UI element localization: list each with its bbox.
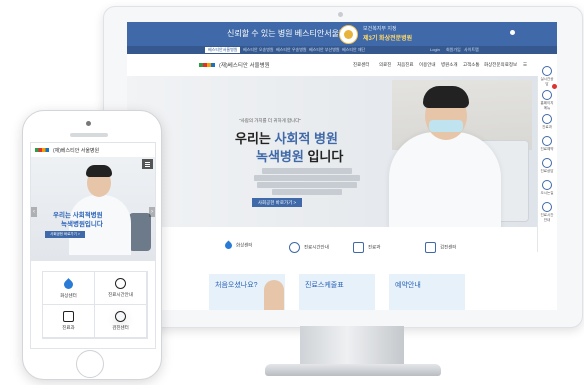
mobile-tile-hours[interactable]: 진료시간안내 — [95, 272, 147, 305]
phone-home-button[interactable] — [76, 350, 104, 378]
calendar-icon — [63, 311, 74, 322]
utility-bar: 베스티안서울병원 베스티안 오송병원 베스티안 우송병원 베스티안 부산병원 베… — [127, 46, 557, 54]
monitor-icon — [115, 311, 126, 322]
top-banner-title: 신뢰할 수 있는 병원 베스티안서울병원 — [227, 29, 354, 38]
nav-item[interactable]: 처음진료 — [397, 62, 414, 68]
hospital-logo-mark[interactable] — [199, 63, 215, 67]
mobile-quick-grid: 화상센터 진료시간안내 진료과 검진센터 — [42, 271, 148, 339]
mobile-logo-mark[interactable] — [35, 148, 49, 152]
login-link[interactable]: Login — [430, 47, 440, 53]
side-item-dept[interactable]: 진료과 — [539, 114, 555, 130]
mobile-hamburger-icon[interactable] — [142, 159, 153, 169]
slider-next-icon[interactable]: › — [149, 207, 155, 217]
util-tab-active[interactable]: 베스티안서울병원 — [205, 47, 241, 53]
util-link[interactable]: 베스티안 부산병원 — [309, 47, 340, 53]
hero-quote: "사람의 가치를 더 귀하게 합니다" — [239, 118, 302, 123]
side-item-menu[interactable]: 홈페이지 메뉴 — [539, 90, 555, 111]
phone-camera — [86, 121, 91, 126]
badge-subtitle: 보건복지부 지정 — [363, 26, 397, 32]
mobile-chair-image — [129, 213, 151, 251]
side-item-location[interactable]: 오시는길 — [539, 180, 555, 196]
doctor-hair-image — [423, 86, 469, 108]
hero-heading-line1: 우리는 사회적 병원 — [235, 131, 338, 146]
monitor-stand-base — [265, 364, 441, 376]
hero-heading-line2: 녹색병원 입니다 — [256, 149, 344, 164]
util-link[interactable]: 베스티안 오송병원 — [243, 47, 274, 53]
hamburger-menu-icon[interactable]: ☰ — [523, 62, 527, 68]
phone-speaker — [70, 133, 108, 137]
nav-item[interactable]: 화상전문의료정보 — [484, 62, 517, 68]
card-title: 예약안내 — [395, 282, 421, 289]
side-item-consult[interactable]: 진료상담 — [539, 158, 555, 174]
quick-link-checkup[interactable]: 검진센터 — [425, 242, 457, 253]
monitor-stand-neck — [300, 326, 404, 366]
calendar-icon — [353, 242, 364, 253]
nav-item[interactable]: 이용안내 — [419, 62, 436, 68]
util-link[interactable]: 베스티안 재단 — [342, 47, 365, 53]
card-title: 진료스케줄표 — [305, 282, 344, 289]
hospital-logo-text[interactable]: (재)베스티안 서울병원 — [219, 61, 270, 69]
util-link[interactable]: 베스티안 우송병원 — [276, 47, 307, 53]
water-drop-icon — [223, 240, 234, 251]
mobile-screen: (재)베스티안 서울병원 우리는 사회적병원 녹색병원입니다 사회공헌 바로가기… — [30, 142, 156, 349]
side-item-reserve[interactable]: 진료예약 — [539, 136, 555, 152]
side-item-chat[interactable]: 실시간상담 — [539, 66, 555, 87]
badge-title: 제3기 화상전문병원 — [363, 36, 413, 42]
nav-item[interactable]: 의료진 — [379, 62, 391, 68]
mobile-logo-text[interactable]: (재)베스티안 서울병원 — [53, 147, 99, 154]
mobile-cta-button[interactable]: 사회공헌 바로가기 > — [45, 231, 85, 238]
monitor-icon — [425, 242, 436, 253]
sitemap-link[interactable]: 사이트맵 — [464, 47, 479, 53]
mobile-tile-burn[interactable]: 화상센터 — [43, 272, 95, 305]
mobile-tile-checkup[interactable]: 검진센터 — [95, 305, 147, 338]
doctor-coat-image — [389, 132, 501, 232]
side-item-hours[interactable]: 진료시간안내 — [539, 202, 555, 223]
slider-prev-icon[interactable]: ‹ — [31, 207, 37, 217]
card-doctor-image — [264, 280, 284, 310]
nav-item[interactable]: 고객소통 — [463, 62, 480, 68]
mobile-tile-dept[interactable]: 진료과 — [43, 305, 95, 338]
quick-link-dept[interactable]: 진료과 — [353, 242, 380, 253]
hero-description — [251, 167, 363, 196]
mobile-hero-heading-line2: 녹색병원입니다 — [61, 221, 103, 228]
clock-icon — [115, 278, 126, 289]
clock-icon — [289, 242, 300, 253]
quick-links-row — [127, 227, 537, 261]
ministry-emblem-icon — [339, 25, 358, 44]
monitor-camera — [338, 12, 343, 17]
quick-link-burn[interactable]: 화상센터 — [223, 240, 253, 251]
nav-item[interactable]: 진료센터 — [353, 62, 370, 68]
slider-pagination[interactable] — [352, 218, 392, 231]
water-drop-icon — [62, 278, 75, 291]
signup-link[interactable]: 회원가입 — [446, 47, 461, 53]
nav-item[interactable]: 병원소개 — [441, 62, 458, 68]
notification-dot-icon[interactable] — [510, 30, 515, 35]
desktop-screen: 신뢰할 수 있는 병원 베스티안서울병원 보건복지부 지정 제3기 화상전문병원… — [127, 22, 557, 310]
mobile-doctor-hair-image — [86, 165, 112, 177]
doctor-mask-image — [429, 120, 463, 132]
quick-link-hours[interactable]: 진료시간안내 — [289, 242, 329, 253]
card-title: 처음오셨나요? — [215, 282, 258, 289]
hero-cta-button[interactable]: 사회공헌 바로가기 > — [252, 198, 302, 207]
